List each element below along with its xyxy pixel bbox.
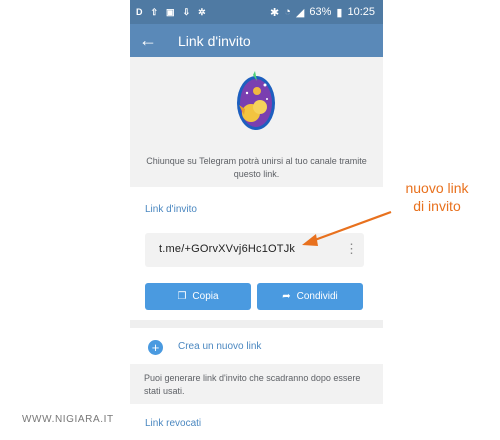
watermark: WWW.NIGIARA.IT [22,414,114,425]
annotation-arrow-icon [302,210,392,246]
